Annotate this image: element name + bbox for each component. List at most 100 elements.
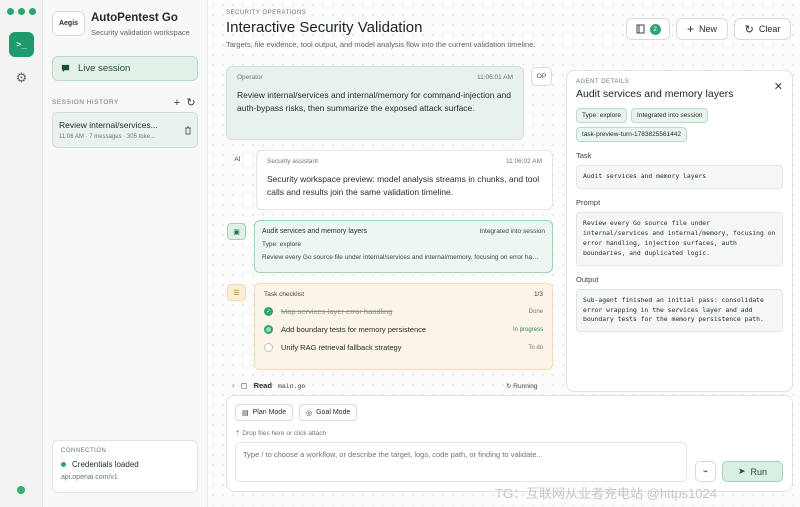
message-author: Operator [237,74,263,81]
live-session-button[interactable]: Live session [52,56,198,81]
file-icon: ▢ [240,381,248,390]
connection-status: Credentials loaded [61,460,189,469]
message-author: Security assistant [267,158,318,165]
refresh-icon: ↻ [744,23,754,36]
checklist-item[interactable]: Add boundary tests for memory persistenc… [264,325,543,334]
session-history-label: SESSION HISTORY [52,99,119,106]
tool-status-label: Running [513,383,538,390]
tool-status: ↻ Running [506,382,537,390]
watermark: TG：互联网从业者充电站 @https1024 [495,486,717,501]
window-dot-maximize[interactable] [29,8,36,15]
send-icon: ➤ [737,466,746,476]
status-dot-icon [17,486,25,494]
drop-hint[interactable]: ⇡ Drop files here or click attach [235,429,326,437]
add-session-icon[interactable]: + [170,97,184,109]
agent-prompt: Review every Go source file under intern… [262,254,542,261]
page-eyebrow: SECURITY OPERATIONS [226,10,307,16]
checklist-item-label: Unify RAG retrieval fallback strategy [281,343,402,352]
expand-icon[interactable]: › [232,381,235,390]
output-label: Output [576,274,599,284]
window-dot-close[interactable] [7,8,14,15]
checklist-item-state: In progress [512,326,543,333]
session-item[interactable]: Review internal/services... 11:06 AM · 7… [52,112,198,148]
tool-file: main.go [277,381,306,390]
message-text: Review internal/services and internal/me… [237,90,512,114]
in-progress-icon [264,325,273,334]
plan-mode-label: Plan Mode [252,409,287,416]
status-dot-icon [61,462,66,467]
run-button[interactable]: ➤ Run [722,461,783,482]
chip: Integrated into session [631,108,709,123]
plus-icon: + [686,22,694,36]
session-history-header: SESSION HISTORY + ↻ [52,96,198,110]
window-controls [7,8,36,15]
checklist-title: Task checklist [264,291,305,298]
task-label: Task [576,151,592,160]
plan-icon: ▤ [242,409,249,417]
assistant-avatar: AI [234,156,241,163]
checklist-item[interactable]: ✓ Map services-layer error handling Done [264,307,543,316]
goal-mode-button[interactable]: ◎ Goal Mode [299,404,358,421]
run-label: Run [750,466,768,477]
composer: ▤ Plan Mode ◎ Goal Mode ⇡ Drop files her… [226,395,793,492]
assistant-message: Security assistant 11:06:02 AM Security … [256,150,553,210]
main-area: SECURITY OPERATIONS Interactive Security… [208,0,800,507]
clear-button[interactable]: ↻ Clear [734,18,791,40]
details-chips: Type: explore Integrated into session ta… [576,108,783,142]
connection-host: api.openai.com/v1 [61,474,118,481]
window-dot-minimize[interactable] [18,8,25,15]
prompt-label: Prompt [576,197,601,207]
plan-mode-button[interactable]: ▤ Plan Mode [235,404,294,421]
message-time: 11:06:01 AM [476,74,513,81]
connection-label: CONNECTION [61,448,107,454]
brand-logo: Aegis [52,11,85,36]
target-icon: ◎ [306,409,313,417]
new-button[interactable]: + New [676,18,728,40]
tool-call-row[interactable]: › ▢ Read main.go [232,381,552,390]
checklist-item-state: To do [528,344,543,351]
agent-count-badge: 2 [649,23,661,35]
close-icon[interactable]: ✕ [774,80,783,93]
paperclip-icon[interactable]: ⌁ [695,461,716,482]
prompt-input[interactable] [235,442,687,482]
live-session-label: Live session [78,63,131,74]
agent-state: Integrated into session [479,228,545,235]
app-subtitle: Security validation workspace [91,28,190,37]
checklist-icon: ☰ [227,284,246,301]
sidebar: Aegis AutoPentest Go Security validation… [43,0,208,507]
agents-panel-button[interactable]: 2 [626,18,670,40]
session-title: Review internal/services... [59,120,158,130]
drop-hint-text: Drop files here or click attach [242,430,327,437]
agent-type: Type: explore [262,241,302,248]
chip: task-preview-turn-1783825561442 [576,127,688,142]
goal-mode-label: Goal Mode [316,409,351,416]
agent-details-panel: AGENT DETAILS Audit services and memory … [566,70,793,392]
chat-icon [61,64,70,73]
new-label: New [699,24,718,34]
trash-icon[interactable] [184,126,192,135]
agent-card[interactable]: Audit services and memory layers Integra… [254,220,553,273]
prompt-box: Review every Go source file under intern… [576,211,783,266]
checklist-item[interactable]: Unify RAG retrieval fallback strategy To… [264,343,543,352]
message-time: 11:06:02 AM [505,158,542,165]
task-box: Audit services and memory layers [576,165,783,189]
upload-icon: ⇡ [235,430,241,437]
message-text: Security workspace preview: model analys… [267,174,540,198]
checklist-item-label: Add boundary tests for memory persistenc… [281,325,427,334]
checklist-progress: 1/3 [533,291,543,298]
panel-icon [636,24,644,34]
agent-icon: ▣ [227,223,246,240]
terminal-icon[interactable]: >_ [9,32,34,57]
operator-message: Operator 11:06:01 AM Review internal/ser… [226,66,524,140]
todo-icon [264,343,273,352]
page-title: Interactive Security Validation [226,19,423,36]
icon-rail: >_ ⚙ [0,0,43,507]
operator-avatar: OP [531,67,552,86]
spinner-icon: ↻ [506,383,512,390]
check-icon: ✓ [264,307,273,316]
task-checklist: Task checklist 1/3 ✓ Map services-layer … [254,283,553,370]
gear-icon[interactable]: ⚙ [9,65,34,90]
clear-label: Clear [758,24,781,34]
refresh-icon[interactable]: ↻ [184,96,198,109]
output-box: Sub-agent finished an initial pass: cons… [576,288,783,333]
